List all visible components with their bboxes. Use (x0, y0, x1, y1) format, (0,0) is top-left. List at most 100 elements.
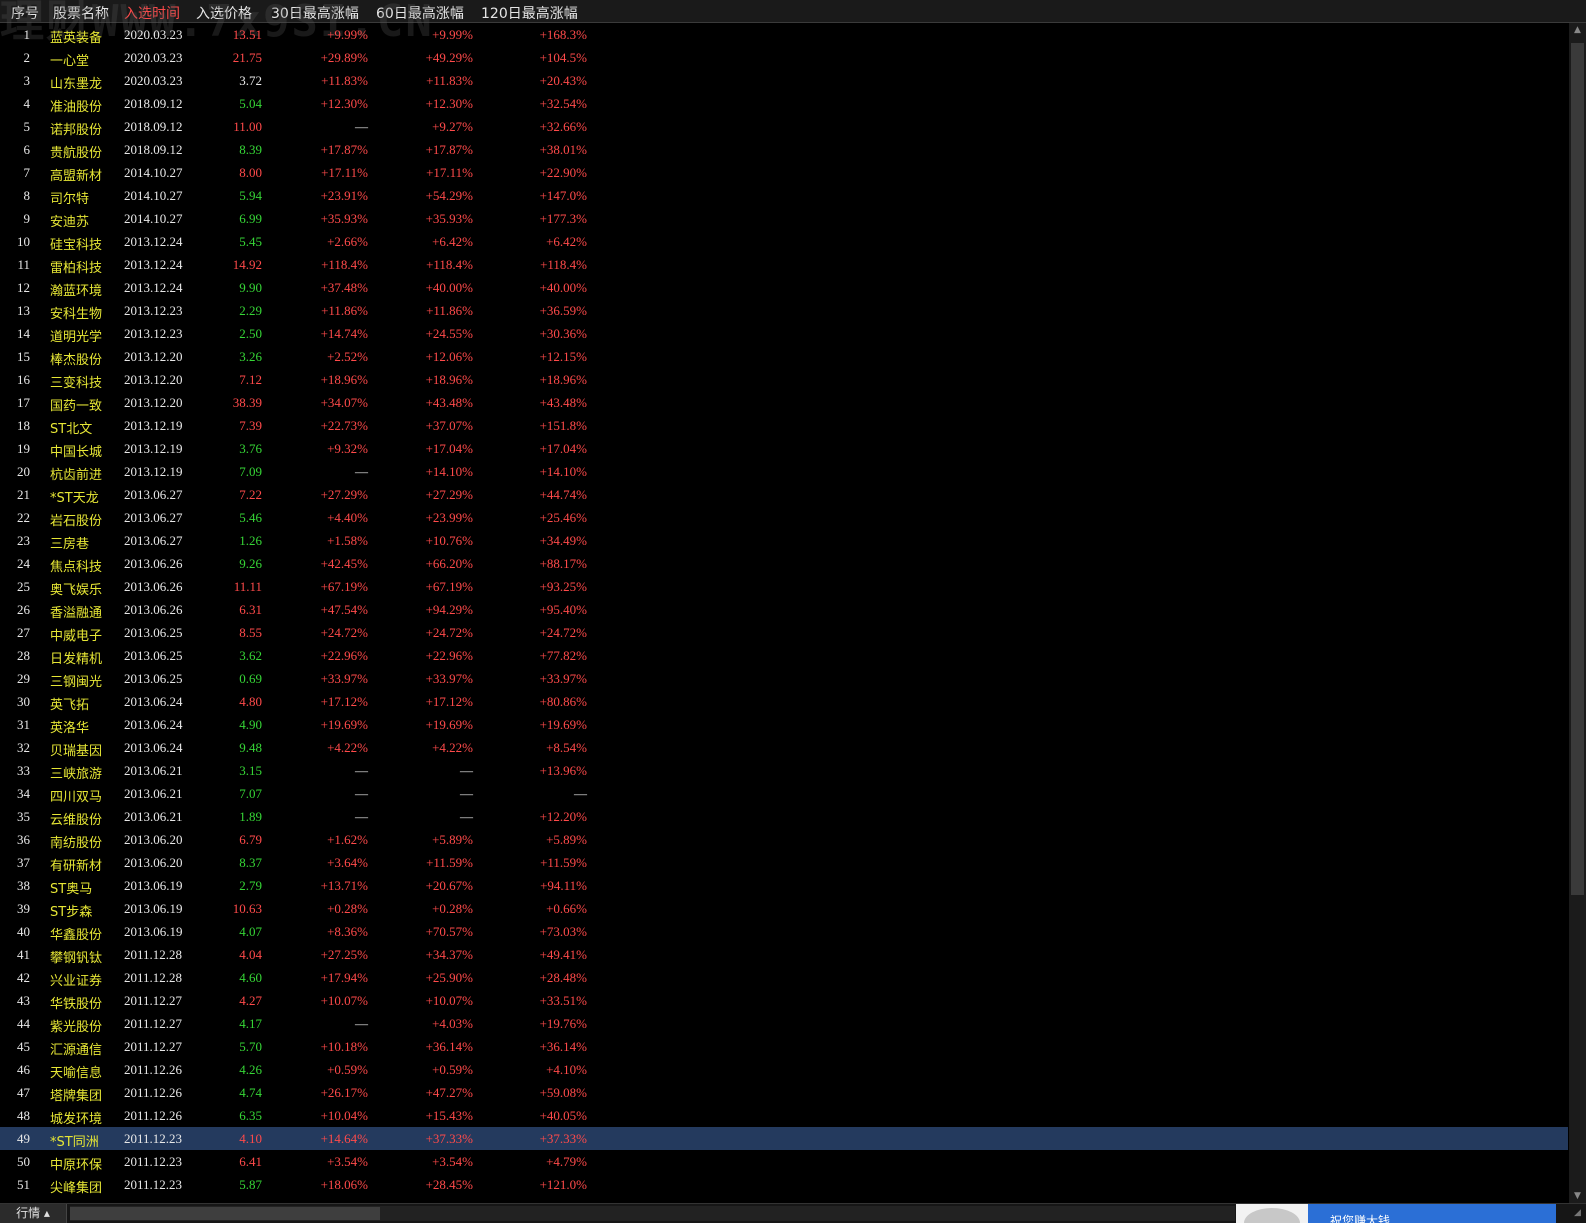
table-row[interactable]: 6 贵航股份 2018.09.12 8.39 +17.87% +17.87% +38.01% (0, 138, 1568, 161)
row-index: 39 (17, 901, 30, 916)
table-row[interactable]: 5 诺邦股份 2018.09.12 11.00 — +9.27% +32.66% (0, 115, 1568, 138)
row-index: 8 (23, 188, 31, 203)
table-row[interactable]: 37 有研新材 2013.06.20 8.37 +3.64% +11.59% +11.59% (0, 851, 1568, 874)
table-row[interactable]: 12 瀚蓝环境 2013.12.24 9.90 +37.48% +40.00% +40.00… (0, 276, 1568, 299)
table-row[interactable]: 51 尖峰集团 2011.12.23 5.87 +18.06% +28.45% +121.0… (0, 1173, 1568, 1196)
table-row[interactable]: 33 三峡旅游 2013.06.21 3.15 — — +13.96% (0, 759, 1568, 782)
table-row[interactable]: 40 华鑫股份 2013.06.19 4.07 +8.36% +70.57% +73.03% (0, 920, 1568, 943)
table-row[interactable]: 2 一心堂 2020.03.23 21.75 +29.89% +49.29% +104.5% (0, 46, 1568, 69)
gain-60d: +3.54% (432, 1154, 473, 1169)
gain-60d: +0.59% (432, 1062, 473, 1077)
table-row[interactable]: 13 安科生物 2013.12.23 2.29 +11.86% +11.86% +36.59… (0, 299, 1568, 322)
ad-banner[interactable]: 祝您赚大钱 (1236, 1204, 1556, 1223)
table-row[interactable]: 7 高盟新材 2014.10.27 8.00 +17.11% +17.11% +22.90% (0, 161, 1568, 184)
table-row[interactable]: 14 道明光学 2013.12.23 2.50 +14.74% +24.55% +30.36… (0, 322, 1568, 345)
gain-60d: +24.72% (425, 625, 473, 640)
resize-grip-icon[interactable]: ◢ (1569, 1204, 1586, 1223)
gain-30d: +17.12% (320, 694, 368, 709)
gain-30d: +12.30% (320, 96, 368, 111)
select-price: 8.39 (239, 142, 262, 157)
table-row[interactable]: 26 香溢融通 2013.06.26 6.31 +47.54% +94.29% +95.40… (0, 598, 1568, 621)
header-select-date[interactable]: 入选时间 (124, 3, 180, 23)
row-index: 50 (17, 1154, 30, 1169)
table-row[interactable]: 16 三变科技 2013.12.20 7.12 +18.96% +18.96% +18.96… (0, 368, 1568, 391)
table-row[interactable]: 4 准油股份 2018.09.12 5.04 +12.30% +12.30% +32.54% (0, 92, 1568, 115)
table-row[interactable]: 35 云维股份 2013.06.21 1.89 — — +12.20% (0, 805, 1568, 828)
table-row[interactable]: 30 英飞拓 2013.06.24 4.80 +17.12% +17.12% +80.86% (0, 690, 1568, 713)
table-row[interactable]: 44 紫光股份 2011.12.27 4.17 — +4.03% +19.76% (0, 1012, 1568, 1035)
scroll-down-icon[interactable]: ▼ (1569, 1189, 1586, 1203)
table-row[interactable]: 10 硅宝科技 2013.12.24 5.45 +2.66% +6.42% +6.42% (0, 230, 1568, 253)
select-price: 38.39 (232, 395, 262, 410)
table-row[interactable]: 19 中国长城 2013.12.19 3.76 +9.32% +17.04% +17.04% (0, 437, 1568, 460)
table-row[interactable]: 42 兴业证券 2011.12.28 4.60 +17.94% +25.90% +28.48… (0, 966, 1568, 989)
header-120d-max-gain[interactable]: 120日最高涨幅 (481, 3, 578, 23)
table-row[interactable]: 48 城发环境 2011.12.26 6.35 +10.04% +15.43% +40.05… (0, 1104, 1568, 1127)
table-row[interactable]: 23 三房巷 2013.06.27 1.26 +1.58% +10.76% +34.49% (0, 529, 1568, 552)
horizontal-scroll-thumb[interactable] (70, 1207, 380, 1220)
table-row[interactable]: 20 杭齿前进 2013.12.19 7.09 — +14.10% +14.10% (0, 460, 1568, 483)
header-index[interactable]: 序号 (11, 3, 39, 23)
table-row[interactable]: 8 司尔特 2014.10.27 5.94 +23.91% +54.29% +147.0% (0, 184, 1568, 207)
select-price: 1.26 (239, 533, 262, 548)
gain-60d: +17.12% (425, 694, 473, 709)
table-row[interactable]: 22 岩石股份 2013.06.27 5.46 +4.40% +23.99% +25.46% (0, 506, 1568, 529)
market-tab-button[interactable]: 行情 ▴ (0, 1204, 67, 1223)
header-stock-name[interactable]: 股票名称 (53, 3, 109, 23)
table-row[interactable]: 24 焦点科技 2013.06.26 9.26 +42.45% +66.20% +88.17… (0, 552, 1568, 575)
table-row[interactable]: 49 *ST同洲 2011.12.23 4.10 +14.64% +37.33% +37.3… (0, 1127, 1568, 1150)
table-row[interactable]: 11 雷柏科技 2013.12.24 14.92 +118.4% +118.4% +118.… (0, 253, 1568, 276)
gain-60d: +49.29% (425, 50, 473, 65)
horizontal-scrollbar[interactable] (70, 1206, 1235, 1221)
row-index: 18 (17, 418, 30, 433)
table-row[interactable]: 28 日发精机 2013.06.25 3.62 +22.96% +22.96% +77.82… (0, 644, 1568, 667)
table-row[interactable]: 17 国药一致 2013.12.20 38.39 +34.07% +43.48% +43.4… (0, 391, 1568, 414)
gain-30d: — (355, 786, 368, 801)
gain-30d: — (355, 763, 368, 778)
table-row[interactable]: 31 英洛华 2013.06.24 4.90 +19.69% +19.69% +19.69% (0, 713, 1568, 736)
table-row[interactable]: 18 ST北文 2013.12.19 7.39 +22.73% +37.07% +151.8… (0, 414, 1568, 437)
table-row[interactable]: 47 塔牌集团 2011.12.26 4.74 +26.17% +47.27% +59.08… (0, 1081, 1568, 1104)
header-select-price[interactable]: 入选价格 (196, 3, 252, 23)
stock-name: 瀚蓝环境 (50, 284, 103, 299)
ad-avatar (1244, 1208, 1300, 1223)
table-row[interactable]: 36 南纺股份 2013.06.20 6.79 +1.62% +5.89% +5.89% (0, 828, 1568, 851)
ad-blue-panel[interactable]: 祝您赚大钱 (1308, 1204, 1556, 1223)
table-row[interactable]: 29 三钢闽光 2013.06.25 0.69 +33.97% +33.97% +33.97… (0, 667, 1568, 690)
stock-name: 中原环保 (50, 1158, 103, 1173)
stock-name: 安迪苏 (50, 215, 90, 230)
table-row[interactable]: 39 ST步森 2013.06.19 10.63 +0.28% +0.28% +0.66% (0, 897, 1568, 920)
vertical-scrollbar[interactable]: ▲ ▼ (1569, 23, 1586, 1203)
scroll-up-icon[interactable]: ▲ (1569, 23, 1586, 37)
select-price: 14.92 (232, 257, 262, 272)
column-header: 序号 股票名称 入选时间 入选价格 30日最高涨幅 60日最高涨幅 120日最高… (0, 0, 1586, 23)
table-row[interactable]: 21 *ST天龙 2013.06.27 7.22 +27.29% +27.29% +44.7… (0, 483, 1568, 506)
table-row[interactable]: 34 四川双马 2013.06.21 7.07 — — — (0, 782, 1568, 805)
header-60d-max-gain[interactable]: 60日最高涨幅 (376, 3, 464, 23)
select-price: 3.62 (239, 648, 262, 663)
table-row[interactable]: 3 山东墨龙 2020.03.23 3.72 +11.83% +11.83% +20.43% (0, 69, 1568, 92)
stock-name: 汇源通信 (50, 1043, 103, 1058)
gain-30d: +18.96% (320, 372, 368, 387)
table-row[interactable]: 15 棒杰股份 2013.12.20 3.26 +2.52% +12.06% +12.15% (0, 345, 1568, 368)
row-index: 22 (17, 510, 30, 525)
header-30d-max-gain[interactable]: 30日最高涨幅 (271, 3, 359, 23)
table-row[interactable]: 41 攀钢钒钛 2011.12.28 4.04 +27.25% +34.37% +49.41… (0, 943, 1568, 966)
table-row[interactable]: 43 华铁股份 2011.12.27 4.27 +10.07% +10.07% +33.51… (0, 989, 1568, 1012)
table-row[interactable]: 27 中威电子 2013.06.25 8.55 +24.72% +24.72% +24.72… (0, 621, 1568, 644)
gain-120d: +88.17% (539, 556, 587, 571)
table-row[interactable]: 25 奥飞娱乐 2013.06.26 11.11 +67.19% +67.19% +93.2… (0, 575, 1568, 598)
stock-name: 高盟新材 (50, 169, 103, 184)
table-row[interactable]: 50 中原环保 2011.12.23 6.41 +3.54% +3.54% +4.79% (0, 1150, 1568, 1173)
select-date: 2013.12.23 (124, 326, 183, 341)
table-row[interactable]: 46 天喻信息 2011.12.26 4.26 +0.59% +0.59% +4.10% (0, 1058, 1568, 1081)
table-row[interactable]: 32 贝瑞基因 2013.06.24 9.48 +4.22% +4.22% +8.54% (0, 736, 1568, 759)
table-row[interactable]: 9 安迪苏 2014.10.27 6.99 +35.93% +35.93% +177.3% (0, 207, 1568, 230)
table-row[interactable]: 1 蓝英装备 2020.03.23 13.51 +9.99% +9.99% +168.3% (0, 23, 1568, 46)
row-index: 13 (17, 303, 30, 318)
select-date: 2013.06.26 (124, 602, 183, 617)
row-index: 42 (17, 970, 30, 985)
table-row[interactable]: 45 汇源通信 2011.12.27 5.70 +10.18% +36.14% +36.14… (0, 1035, 1568, 1058)
vertical-scroll-thumb[interactable] (1571, 43, 1584, 895)
table-row[interactable]: 38 ST奥马 2013.06.19 2.79 +13.71% +20.67% +94.11… (0, 874, 1568, 897)
